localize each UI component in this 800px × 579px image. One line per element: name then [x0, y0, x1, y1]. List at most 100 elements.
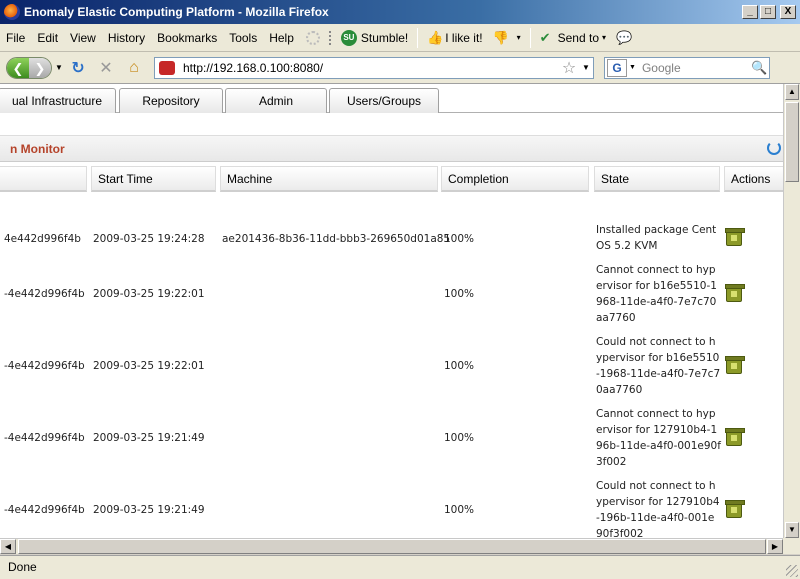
table-row: -4e442d996f4b 2009-03-25 19:22:01 100% C…	[0, 262, 783, 334]
delete-icon[interactable]	[725, 284, 745, 302]
row-state: Could not connect to hypervisor for 1279…	[596, 480, 720, 538]
send-to-button[interactable]: ✔ Send to ▾	[535, 29, 611, 45]
search-box[interactable]: G ▼ Google 🔍	[604, 56, 770, 79]
menu-tools[interactable]: Tools	[223, 31, 263, 45]
send-dropdown-icon: ▾	[602, 33, 607, 42]
stop-icon[interactable]: ✕	[95, 58, 117, 78]
minimize-button[interactable]: _	[742, 5, 758, 19]
column-header-actions[interactable]: Actions	[724, 166, 783, 192]
scroll-down-icon[interactable]: ▼	[785, 522, 799, 538]
row-id: -4e442d996f4b	[4, 360, 85, 372]
menu-file[interactable]: File	[0, 31, 31, 45]
maximize-button[interactable]: □	[760, 5, 776, 19]
column-header-state[interactable]: State	[594, 166, 720, 192]
row-start-time: 2009-03-25 19:22:01	[93, 360, 205, 372]
send-check-icon: ✔	[539, 29, 551, 45]
toolbar-separator	[417, 27, 419, 48]
delete-icon[interactable]	[725, 228, 745, 246]
scrollbar-corner	[783, 538, 800, 554]
scroll-left-icon[interactable]: ◀	[0, 539, 16, 554]
stumbleupon-icon: SU	[340, 29, 357, 46]
panel-title: n Monitor	[10, 142, 65, 156]
toolbar-separator	[529, 27, 531, 48]
page-content: ual Infrastructure Repository Admin User…	[0, 84, 783, 538]
menu-bar: File Edit View History Bookmarks Tools H…	[0, 24, 800, 52]
row-completion: 100%	[444, 504, 475, 516]
firefox-icon	[4, 4, 20, 20]
table-row: -4e442d996f4b 2009-03-25 19:21:49 100% C…	[0, 406, 783, 478]
table-header: Start Time Machine Completion State Acti…	[0, 164, 783, 192]
row-state: Cannot connect to hypervisor for 127910b…	[596, 408, 721, 468]
status-bar: Done	[0, 555, 800, 579]
row-state: Cannot connect to hypervisor for b16e551…	[596, 264, 717, 324]
comment-button[interactable]: 💬	[611, 30, 639, 45]
table-row: -4e442d996f4b 2009-03-25 19:22:01 100% C…	[0, 334, 783, 406]
delete-icon[interactable]	[725, 428, 745, 446]
url-bar[interactable]: http://192.168.0.100:8080/ ☆ ▼	[154, 56, 594, 79]
menu-view[interactable]: View	[64, 31, 102, 45]
home-icon[interactable]: ⌂	[123, 59, 145, 77]
like-button[interactable]: 👍 I like it!	[422, 29, 487, 45]
row-id: -4e442d996f4b	[4, 504, 85, 516]
horizontal-scrollbar[interactable]: ◀ ▶	[0, 538, 783, 554]
column-header-completion[interactable]: Completion	[441, 166, 589, 192]
back-button[interactable]: ❮	[7, 57, 29, 78]
bookmark-star-icon[interactable]: ☆	[559, 58, 579, 78]
table-row: -4e442d996f4b 2009-03-25 19:21:49 100% C…	[0, 478, 783, 538]
window-title: Enomaly Elastic Computing Platform - Moz…	[24, 5, 329, 19]
sub-toolbar	[0, 114, 783, 136]
table-row: 4e442d996f4b 2009-03-25 19:24:28 ae20143…	[0, 222, 783, 262]
throbber-icon	[305, 30, 320, 45]
toolbar-grip[interactable]	[328, 30, 333, 45]
thumbs-up-icon: 👍	[427, 29, 444, 45]
delete-icon[interactable]	[725, 500, 745, 518]
dislike-dropdown-icon[interactable]: ▾	[517, 33, 521, 42]
search-engine-dropdown-icon[interactable]: ▼	[629, 64, 636, 71]
row-start-time: 2009-03-25 19:21:49	[93, 432, 205, 444]
menu-history[interactable]: History	[102, 31, 151, 45]
refresh-icon[interactable]	[767, 141, 781, 155]
row-state: Could not connect to hypervisor for b16e…	[596, 336, 721, 396]
scroll-up-icon[interactable]: ▲	[785, 84, 799, 100]
delete-icon[interactable]	[725, 356, 745, 374]
row-start-time: 2009-03-25 19:22:01	[93, 288, 205, 300]
column-header-id[interactable]	[0, 166, 87, 192]
status-text: Done	[8, 560, 37, 574]
menu-help[interactable]: Help	[263, 31, 300, 45]
window-titlebar: Enomaly Elastic Computing Platform - Moz…	[0, 0, 800, 24]
vertical-scrollbar[interactable]: ▲ ▼	[783, 84, 800, 538]
row-completion: 100%	[444, 233, 475, 245]
menu-edit[interactable]: Edit	[31, 31, 64, 45]
row-completion: 100%	[444, 432, 475, 444]
dislike-button[interactable]: 👎 ▾	[488, 30, 526, 45]
column-header-start-time[interactable]: Start Time	[91, 166, 216, 192]
google-engine-icon[interactable]: G	[607, 58, 627, 77]
site-favicon-icon	[159, 60, 175, 75]
row-completion: 100%	[444, 360, 475, 372]
search-input[interactable]: Google	[642, 61, 751, 75]
url-dropdown-icon[interactable]: ▼	[579, 63, 593, 72]
menu-bookmarks[interactable]: Bookmarks	[151, 31, 223, 45]
forward-button[interactable]: ❯	[29, 57, 51, 78]
tab-virtual-infrastructure[interactable]: ual Infrastructure	[0, 88, 116, 113]
stumble-button[interactable]: SU Stumble!	[336, 29, 413, 46]
row-completion: 100%	[444, 288, 475, 300]
stumble-label: Stumble!	[360, 30, 409, 45]
row-machine: ae201436-8b36-11dd-bbb3-269650d01a85	[222, 233, 451, 245]
tab-repository[interactable]: Repository	[119, 88, 223, 113]
horizontal-scroll-thumb[interactable]	[18, 539, 766, 554]
history-dropdown-icon[interactable]: ▼	[54, 63, 64, 72]
scroll-right-icon[interactable]: ▶	[767, 539, 783, 554]
row-start-time: 2009-03-25 19:24:28	[93, 233, 205, 245]
vertical-scroll-thumb[interactable]	[785, 102, 799, 182]
tab-admin[interactable]: Admin	[225, 88, 327, 113]
row-start-time: 2009-03-25 19:21:49	[93, 504, 205, 516]
close-button[interactable]: X	[780, 5, 796, 19]
reload-icon[interactable]: ↻	[67, 58, 89, 78]
resize-grip-icon[interactable]	[786, 565, 798, 577]
search-icon[interactable]: 🔍	[751, 60, 769, 76]
tab-users-groups[interactable]: Users/Groups	[329, 88, 439, 113]
like-label: I like it!	[445, 30, 483, 45]
url-text[interactable]: http://192.168.0.100:8080/	[183, 61, 559, 75]
column-header-machine[interactable]: Machine	[220, 166, 438, 192]
